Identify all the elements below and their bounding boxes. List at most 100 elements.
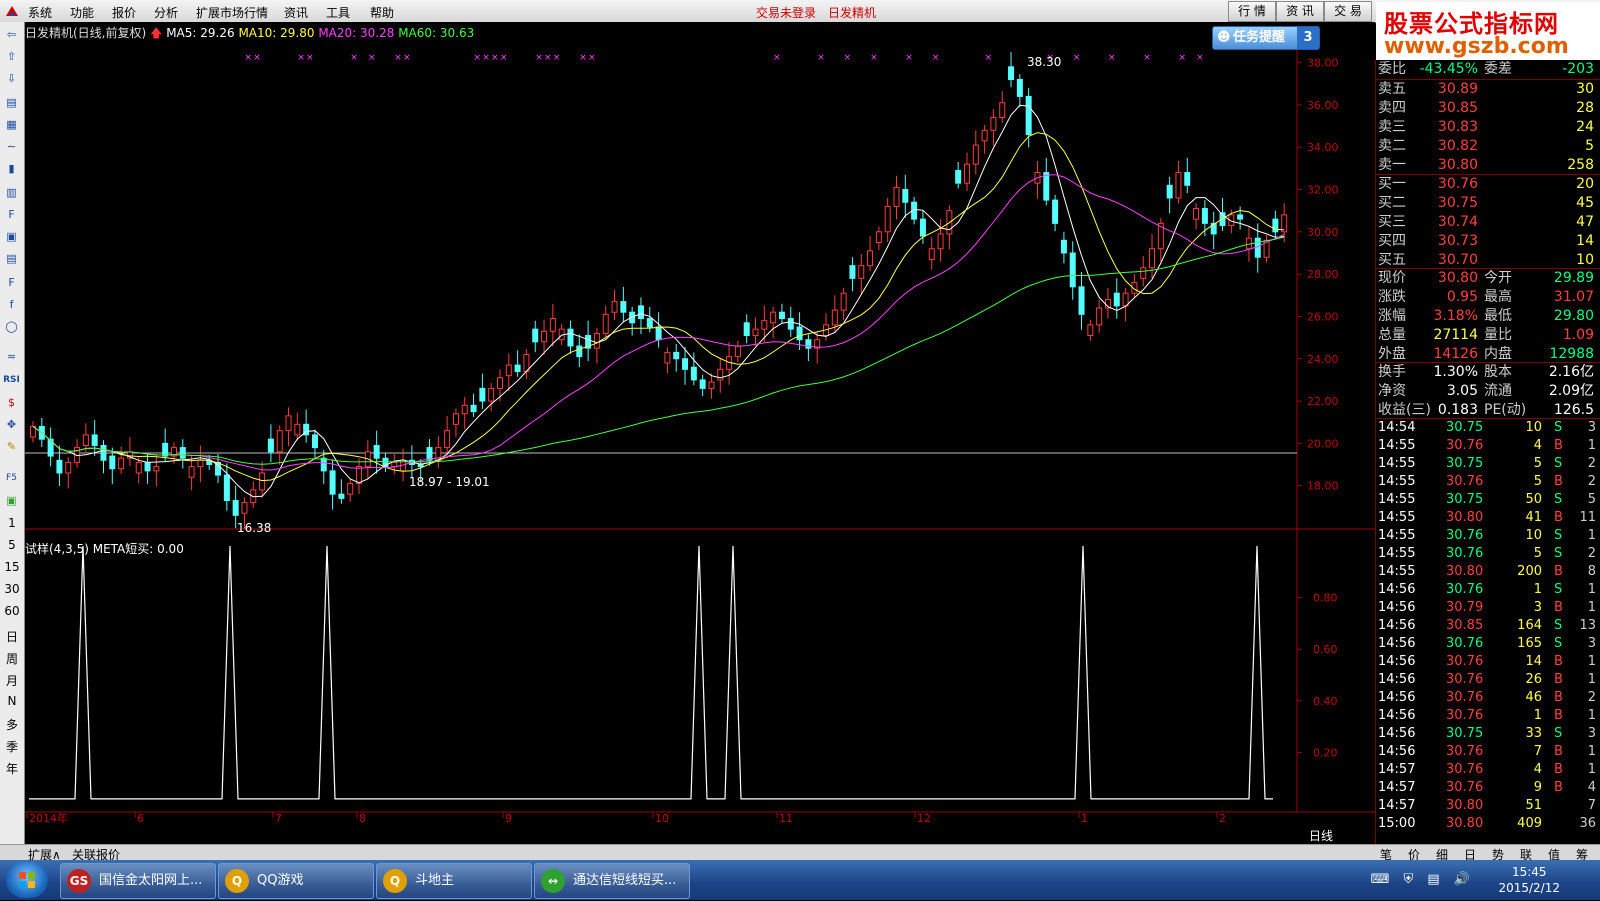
login-status[interactable]: 交易未登录 (756, 4, 816, 21)
tick-price: 30.76 (1446, 690, 1484, 705)
dollar-icon[interactable]: $ (3, 394, 20, 411)
bid-volume: 47 (1576, 214, 1594, 230)
function-icon[interactable]: f (3, 296, 20, 313)
period-quarter[interactable]: 季 (0, 738, 24, 755)
line-chart-icon[interactable]: ∼ (3, 138, 20, 155)
menu-item-help[interactable]: 帮助 (370, 4, 394, 21)
tick-volume: 9 (1533, 780, 1542, 795)
taskbar-item[interactable]: GS 国信金太阳网上... (60, 863, 216, 899)
ask-price: 30.85 (1437, 100, 1478, 116)
period-15min[interactable]: 15 (0, 560, 24, 574)
taskbar-item[interactable]: Q 斗地主 (376, 863, 532, 899)
tick-price: 30.76 (1446, 474, 1484, 489)
tick-price: 30.76 (1446, 654, 1484, 669)
period-5min[interactable]: 5 (0, 538, 24, 552)
stat-value-2: 29.89 (1553, 270, 1594, 286)
bid-label: 买一 (1378, 176, 1406, 192)
tick-price: 30.75 (1446, 492, 1484, 507)
menu-item-analysis[interactable]: 分析 (154, 4, 178, 21)
period-60min[interactable]: 60 (0, 604, 24, 618)
chart-area[interactable]: × × × × × × × × × × × × × × × × × × × × × × × × × × × × × × 38.0036.0… (25, 22, 1375, 844)
app-logo-icon (4, 4, 20, 21)
candle-body (135, 461, 142, 474)
menu-item-function[interactable]: 功能 (70, 4, 94, 21)
taskbar-item[interactable]: Q QQ游戏 (218, 863, 374, 899)
f2-icon[interactable]: F (3, 274, 20, 291)
back-arrow-icon[interactable]: ⇦ (3, 26, 20, 43)
tab-market[interactable]: 行 情 (1228, 1, 1276, 22)
candle-body (884, 205, 891, 233)
period-year[interactable]: 年 (0, 760, 24, 777)
down-arrow-icon[interactable]: ⇩ (3, 70, 20, 87)
tab-trade[interactable]: 交 易 (1324, 1, 1372, 22)
period-month[interactable]: 月 (0, 672, 24, 689)
period-week[interactable]: 周 (0, 650, 24, 667)
menu-item-quote[interactable]: 报价 (112, 4, 136, 21)
windows-logo-icon (19, 872, 35, 888)
buy-signal-marker: × (1143, 53, 1151, 63)
tick-row: 14:56 30.76 26 B 1 (1376, 671, 1600, 689)
buy-signal-marker: × (394, 53, 402, 63)
tick-volume: 3 (1533, 600, 1542, 615)
menu-bar: 系统 功能 报价 分析 扩展市场行情 资讯 工具 帮助 交易未登录 日发精机 行… (0, 0, 1600, 23)
period-1min[interactable]: 1 (0, 516, 24, 530)
clock[interactable]: 15:45 2015/2/12 (1498, 864, 1560, 896)
stat-value-2: 12988 (1549, 346, 1594, 362)
period-multi[interactable]: 多 (0, 716, 24, 733)
rsi-icon[interactable]: RSI (3, 372, 20, 389)
bottom-status-bar: 扩展∧ 关联报价 笔价细日势联值筹 (0, 844, 1600, 862)
kline-icon[interactable]: ▮ (3, 160, 20, 177)
candle-body (963, 163, 970, 184)
report-icon[interactable]: ▥ (3, 184, 20, 201)
start-button[interactable] (6, 862, 48, 898)
network-icon[interactable]: ▤ (1427, 872, 1439, 887)
taskbar-item-label: 国信金太阳网上... (99, 873, 203, 888)
pencil-icon[interactable]: ✎ (3, 438, 20, 455)
info-icon[interactable]: ▣ (3, 228, 20, 245)
date-tick-label: 8 (359, 812, 366, 825)
tick-volume: 7 (1533, 744, 1542, 759)
volume-icon[interactable]: 🔊 (1454, 872, 1470, 887)
menu-item-news[interactable]: 资讯 (284, 4, 308, 21)
shield-icon[interactable]: ⛨ (1403, 872, 1413, 887)
taskbar-item[interactable]: ↔ 通达信短线短买... (534, 863, 690, 899)
f5-icon[interactable]: F5 (3, 470, 20, 487)
stat-value: 14126 (1433, 346, 1478, 362)
picture-icon[interactable]: ▣ (3, 492, 20, 509)
bid-price: 30.73 (1437, 233, 1478, 249)
candle-body (981, 129, 988, 142)
candle-body (1113, 292, 1120, 307)
candle-body (162, 442, 169, 457)
task-reminder-button[interactable]: ☻ 任务提醒 3 (1212, 26, 1320, 50)
tick-price: 30.76 (1446, 582, 1484, 597)
menu-item-tools[interactable]: 工具 (326, 4, 350, 21)
ask-volume: 28 (1576, 100, 1594, 116)
menu-item-ext-market[interactable]: 扩展市场行情 (196, 4, 268, 21)
period-30min[interactable]: 30 (0, 582, 24, 596)
candle-body (1193, 208, 1200, 220)
keyboard-icon[interactable]: ⌨ (1371, 872, 1390, 887)
buy-signal-marker: × (350, 53, 358, 63)
move-icon[interactable]: ✥ (3, 416, 20, 433)
tab-news[interactable]: 资 讯 (1276, 1, 1324, 22)
notes-icon[interactable]: ▤ (3, 250, 20, 267)
f10-icon[interactable]: F (3, 206, 20, 223)
period-day[interactable]: 日 (0, 628, 24, 645)
circle-icon[interactable]: ◯ (3, 318, 20, 335)
tick-count: 2 (1587, 456, 1596, 471)
period-n[interactable]: N (0, 694, 24, 708)
list-icon[interactable]: ▤ (3, 94, 20, 111)
wave-icon[interactable]: ≈ (3, 348, 20, 365)
menu-item-system[interactable]: 系统 (28, 4, 52, 21)
candle-body (109, 455, 116, 470)
tick-side: B (1554, 438, 1563, 453)
weibi-row: 委比 -43.45% 委差 -203 (1376, 60, 1600, 78)
tick-volume: 1 (1533, 582, 1542, 597)
tick-time: 14:55 (1378, 546, 1416, 561)
up-arrow-icon[interactable]: ⇧ (3, 48, 20, 65)
indicator-label: 试样(4,3,5) META短买: 0.00 (25, 542, 184, 556)
grid-icon[interactable]: ▦ (3, 116, 20, 133)
tick-time: 14:55 (1378, 492, 1416, 507)
tick-time: 14:55 (1378, 528, 1416, 543)
candle-body (955, 169, 962, 184)
